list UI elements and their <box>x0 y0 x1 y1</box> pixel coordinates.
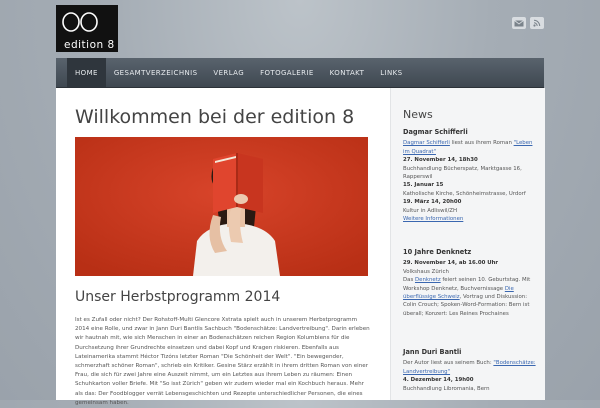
news-text: Das Denknetz feiert seinen 10. Geburtsta… <box>403 276 537 318</box>
event-date: 29. November 14, ab 16.00 Uhr <box>403 260 499 267</box>
event-place: Volkshaus Zürich <box>403 268 449 275</box>
news-text-part: Der Autor liest aus seinem Buch: <box>403 360 494 367</box>
news-sidebar: News Dagmar Schifferli Dagmar Schifferli… <box>390 88 545 400</box>
intro-paragraph: Ist es Zufall oder nicht? Der Rohstoff-M… <box>75 317 370 406</box>
nav-item-links[interactable]: LINKS <box>372 58 410 87</box>
event-date: 19. März 14, 20h00 <box>403 199 462 206</box>
news-title: Jann Duri Bantli <box>403 348 462 356</box>
site-logo[interactable]: edition 8 <box>56 5 118 52</box>
event-date: 27. November 14, 18h30 <box>403 157 478 164</box>
event-place: Buchhandlung Bücherspatz, Marktgasse 16,… <box>403 165 522 181</box>
nav-item-verlag[interactable]: VERLAG <box>205 58 252 87</box>
event-place: Kultur in Adliswil/ZH <box>403 207 458 214</box>
hero-image <box>75 137 368 276</box>
woman-reading-book-illustration <box>75 137 368 276</box>
event-date: 15. Januar 15 <box>403 182 444 189</box>
denknetz-link[interactable]: Denknetz <box>415 277 441 283</box>
header-icons <box>512 17 544 29</box>
more-info-link[interactable]: Weitere Informationen <box>403 216 463 222</box>
nav-item-gesamtverzeichnis[interactable]: GESAMTVERZEICHNIS <box>106 58 206 87</box>
page-title: Willkommen bei der edition 8 <box>75 106 355 128</box>
news-title: Dagmar Schifferli <box>403 128 468 136</box>
event-place: Katholische Kirche, Schönheimstrasse, Ur… <box>403 190 526 197</box>
event-place: Buchhandlung Libromania, Bern <box>403 385 490 392</box>
main-nav: HOME GESAMTVERZEICHNIS VERLAG FOTOGALERI… <box>56 58 544 87</box>
news-item: 10 Jahre Denknetz 29. November 14, ab 16… <box>403 248 537 318</box>
author-link[interactable]: Dagmar Schifferli <box>403 140 450 146</box>
news-title: 10 Jahre Denknetz <box>403 248 472 256</box>
logo-rings-icon <box>62 12 98 32</box>
page-content: Willkommen bei der edition 8 Unser Herbs… <box>56 88 545 406</box>
news-text-part: Das <box>403 277 415 284</box>
nav-item-home[interactable]: HOME <box>67 58 106 87</box>
rss-icon[interactable] <box>530 17 544 29</box>
news-item: Jann Duri Bantli Der Autor liest aus sei… <box>403 348 537 393</box>
news-intro: Dagmar Schifferli liest aus ihrem Roman … <box>403 139 537 156</box>
section-title: Unser Herbstprogramm 2014 <box>75 289 281 305</box>
nav-item-fotogalerie[interactable]: FOTOGALERIE <box>252 58 322 87</box>
mail-icon[interactable] <box>512 17 526 29</box>
news-item: Dagmar Schifferli Dagmar Schifferli lies… <box>403 128 537 223</box>
news-heading: News <box>403 108 433 121</box>
news-text: Der Autor liest aus seinem Buch: "Bodens… <box>403 359 537 376</box>
logo-text: edition 8 <box>64 39 115 51</box>
news-intro-text: liest aus ihrem Roman <box>449 140 514 147</box>
event-date: 4. Dezember 14, 19h00 <box>403 377 474 384</box>
nav-item-kontakt[interactable]: KONTAKT <box>322 58 373 87</box>
